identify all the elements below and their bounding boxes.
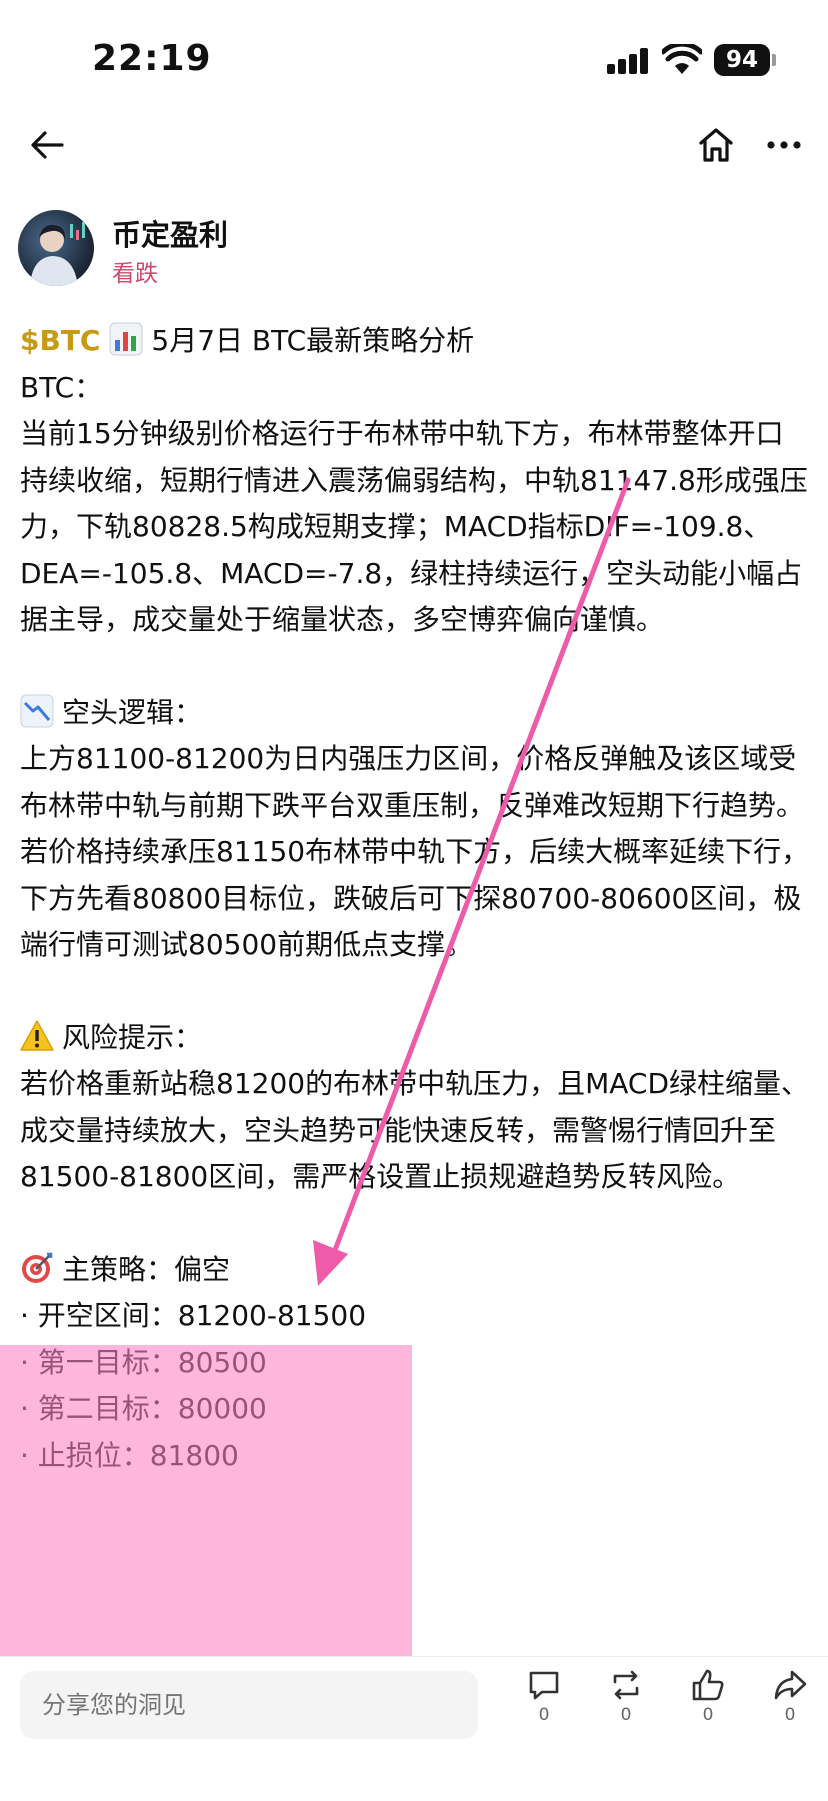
like-button[interactable]: 0 xyxy=(678,1667,738,1725)
repost-icon xyxy=(613,1670,639,1700)
status-time: 22:19 xyxy=(92,38,212,79)
strategy-entry: · 开空区间：81200-81500 xyxy=(20,1299,367,1332)
post-paragraph: 上方81100-81200为日内强压力区间，价格反弹触及该区域受布林带中轨与前期… xyxy=(20,742,810,961)
ticker-link[interactable]: $BTC xyxy=(20,324,100,357)
battery-indicator: 94 xyxy=(714,44,770,76)
comment-input[interactable] xyxy=(20,1671,478,1739)
status-bar: 22:19 94 xyxy=(0,0,828,120)
bear-heading: 空头逻辑： xyxy=(62,695,203,729)
post-paragraph: 当前15分钟级别价格运行于布林带中轨下方，布林带整体开口持续收缩，短期行情进入震… xyxy=(20,417,808,636)
battery-tip xyxy=(772,54,776,66)
top-nav xyxy=(0,120,828,210)
strategy-heading: 主策略：偏空 xyxy=(62,1252,231,1286)
like-icon xyxy=(692,1669,724,1701)
wifi-icon xyxy=(660,41,704,80)
strategy-heading-line: 主策略：偏空 xyxy=(20,1247,810,1294)
target-icon xyxy=(20,1251,54,1285)
post-title: 5月7日 BTC最新策略分析 xyxy=(151,324,475,357)
comment-icon xyxy=(529,1671,559,1700)
risk-heading: 风险提示： xyxy=(62,1020,203,1054)
highlight-box xyxy=(0,1345,412,1660)
back-arrow-icon[interactable] xyxy=(22,120,72,170)
author-name[interactable]: 币定盈利 xyxy=(112,212,228,254)
risk-heading-line: 风险提示： xyxy=(20,1015,810,1062)
chart-down-icon xyxy=(20,694,54,728)
warning-icon xyxy=(20,1019,54,1053)
post-body: $BTC 5月7日 BTC最新策略分析 BTC： 当前15分钟级别价格运行于布林… xyxy=(20,318,810,1479)
share-icon xyxy=(774,1670,807,1700)
signal-icon xyxy=(607,48,649,74)
more-icon[interactable] xyxy=(758,120,810,170)
comment-button[interactable]: 0 xyxy=(514,1667,574,1725)
like-count: 0 xyxy=(702,1705,714,1725)
post-title-line: $BTC 5月7日 BTC最新策略分析 xyxy=(20,318,810,365)
home-icon[interactable] xyxy=(690,120,742,170)
sentiment-tag: 看跌 xyxy=(112,261,158,287)
share-button[interactable]: 0 xyxy=(760,1667,820,1725)
author-header: 币定盈利 看跌 xyxy=(18,210,618,290)
share-count: 0 xyxy=(784,1705,796,1725)
bear-heading-line: 空头逻辑： xyxy=(20,690,810,737)
repost-button[interactable]: 0 xyxy=(596,1667,656,1725)
comment-count: 0 xyxy=(538,1705,550,1725)
bottom-bar: 0 0 0 0 xyxy=(0,1656,828,1801)
avatar[interactable] xyxy=(18,210,94,286)
post-paragraph: 若价格重新站稳81200的布林带中轨压力，且MACD绿柱缩量、成交量持续放大，空… xyxy=(20,1067,810,1193)
post-paragraph: BTC： xyxy=(20,370,103,404)
chart-bar-icon xyxy=(109,322,143,356)
repost-count: 0 xyxy=(620,1705,632,1725)
